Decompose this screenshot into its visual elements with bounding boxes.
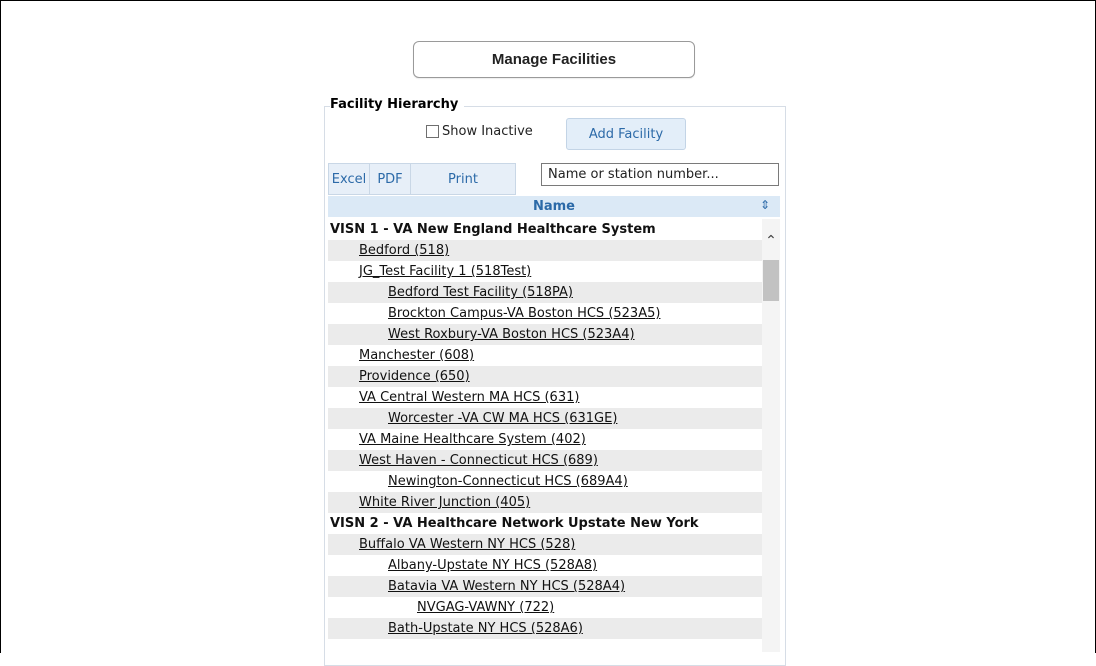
facility-link[interactable]: VA Maine Healthcare System (402) <box>359 432 586 447</box>
visn-group-label: VISN 1 - VA New England Healthcare Syste… <box>330 222 656 237</box>
facility-link[interactable]: Manchester (608) <box>359 348 474 363</box>
facility-row[interactable]: Newington-Connecticut HCS (689A4) <box>328 471 762 492</box>
visn-group-label: VISN 2 - VA Healthcare Network Upstate N… <box>330 516 699 531</box>
show-inactive-label: Show Inactive <box>442 124 533 139</box>
facility-link[interactable]: NVGAG-VAWNY (722) <box>417 600 554 615</box>
search-input[interactable] <box>541 163 779 186</box>
facility-link[interactable]: Buffalo VA Western NY HCS (528) <box>359 537 575 552</box>
facility-link[interactable]: Bedford Test Facility (518PA) <box>388 285 573 300</box>
facility-link[interactable]: VA Central Western MA HCS (631) <box>359 390 579 405</box>
facility-row[interactable]: Bedford (518) <box>328 240 762 261</box>
facility-row[interactable]: White River Junction (405) <box>328 492 762 513</box>
facility-row[interactable]: Worcester -VA CW MA HCS (631GE) <box>328 408 762 429</box>
scroll-up-arrow-icon[interactable]: ⌃ <box>762 233 780 249</box>
visn-group-row[interactable]: VISN 1 - VA New England Healthcare Syste… <box>328 219 762 240</box>
sort-icon[interactable]: ⇕ <box>760 198 770 212</box>
manage-facilities-button[interactable]: Manage Facilities <box>413 41 695 78</box>
facility-row[interactable]: NVGAG-VAWNY (722) <box>328 597 762 618</box>
facility-link[interactable]: Newington-Connecticut HCS (689A4) <box>388 474 628 489</box>
facility-row[interactable]: JG_Test Facility 1 (518Test) <box>328 261 762 282</box>
facility-row[interactable]: Albany-Upstate NY HCS (528A8) <box>328 555 762 576</box>
facility-row[interactable]: Bath-Upstate NY HCS (528A6) <box>328 618 762 639</box>
facility-link[interactable]: Batavia VA Western NY HCS (528A4) <box>388 579 625 594</box>
facility-row[interactable]: VA Maine Healthcare System (402) <box>328 429 762 450</box>
facility-link[interactable]: Albany-Upstate NY HCS (528A8) <box>388 558 597 573</box>
show-inactive-toggle[interactable]: Show Inactive <box>426 124 533 139</box>
facility-link[interactable]: Providence (650) <box>359 369 470 384</box>
facility-link[interactable]: Brockton Campus-VA Boston HCS (523A5) <box>388 306 660 321</box>
export-excel-button[interactable]: Excel <box>328 163 370 195</box>
facility-row[interactable]: VA Central Western MA HCS (631) <box>328 387 762 408</box>
name-column-header[interactable]: Name ⇕ <box>328 196 780 217</box>
add-facility-button[interactable]: Add Facility <box>566 118 686 150</box>
scrollbar-thumb[interactable] <box>763 260 779 301</box>
facility-row[interactable]: Buffalo VA Western NY HCS (528) <box>328 534 762 555</box>
panel-title: Facility Hierarchy <box>330 97 465 112</box>
facility-row[interactable]: Manchester (608) <box>328 345 762 366</box>
export-pdf-button[interactable]: PDF <box>369 163 411 195</box>
facility-link[interactable]: JG_Test Facility 1 (518Test) <box>359 264 531 279</box>
facility-row[interactable]: Brockton Campus-VA Boston HCS (523A5) <box>328 303 762 324</box>
name-header-label: Name <box>532 199 575 214</box>
facility-link[interactable]: Bath-Upstate NY HCS (528A6) <box>388 621 583 636</box>
facility-row[interactable]: West Roxbury-VA Boston HCS (523A4) <box>328 324 762 345</box>
facility-link[interactable]: Worcester -VA CW MA HCS (631GE) <box>388 411 617 426</box>
facility-link[interactable]: West Haven - Connecticut HCS (689) <box>359 453 598 468</box>
facility-link[interactable]: West Roxbury-VA Boston HCS (523A4) <box>388 327 635 342</box>
facility-row[interactable]: West Haven - Connecticut HCS (689) <box>328 450 762 471</box>
facility-list: VISN 1 - VA New England Healthcare Syste… <box>328 219 762 652</box>
print-button[interactable]: Print <box>410 163 516 195</box>
facility-row[interactable]: Providence (650) <box>328 366 762 387</box>
facility-row[interactable]: Batavia VA Western NY HCS (528A4) <box>328 576 762 597</box>
facility-link[interactable]: Bedford (518) <box>359 243 449 258</box>
visn-group-row[interactable]: VISN 2 - VA Healthcare Network Upstate N… <box>328 513 762 534</box>
facility-row[interactable]: Bedford Test Facility (518PA) <box>328 282 762 303</box>
facility-link[interactable]: White River Junction (405) <box>359 495 530 510</box>
show-inactive-checkbox[interactable] <box>426 125 439 138</box>
vertical-scrollbar[interactable]: ⌃ <box>762 219 780 652</box>
